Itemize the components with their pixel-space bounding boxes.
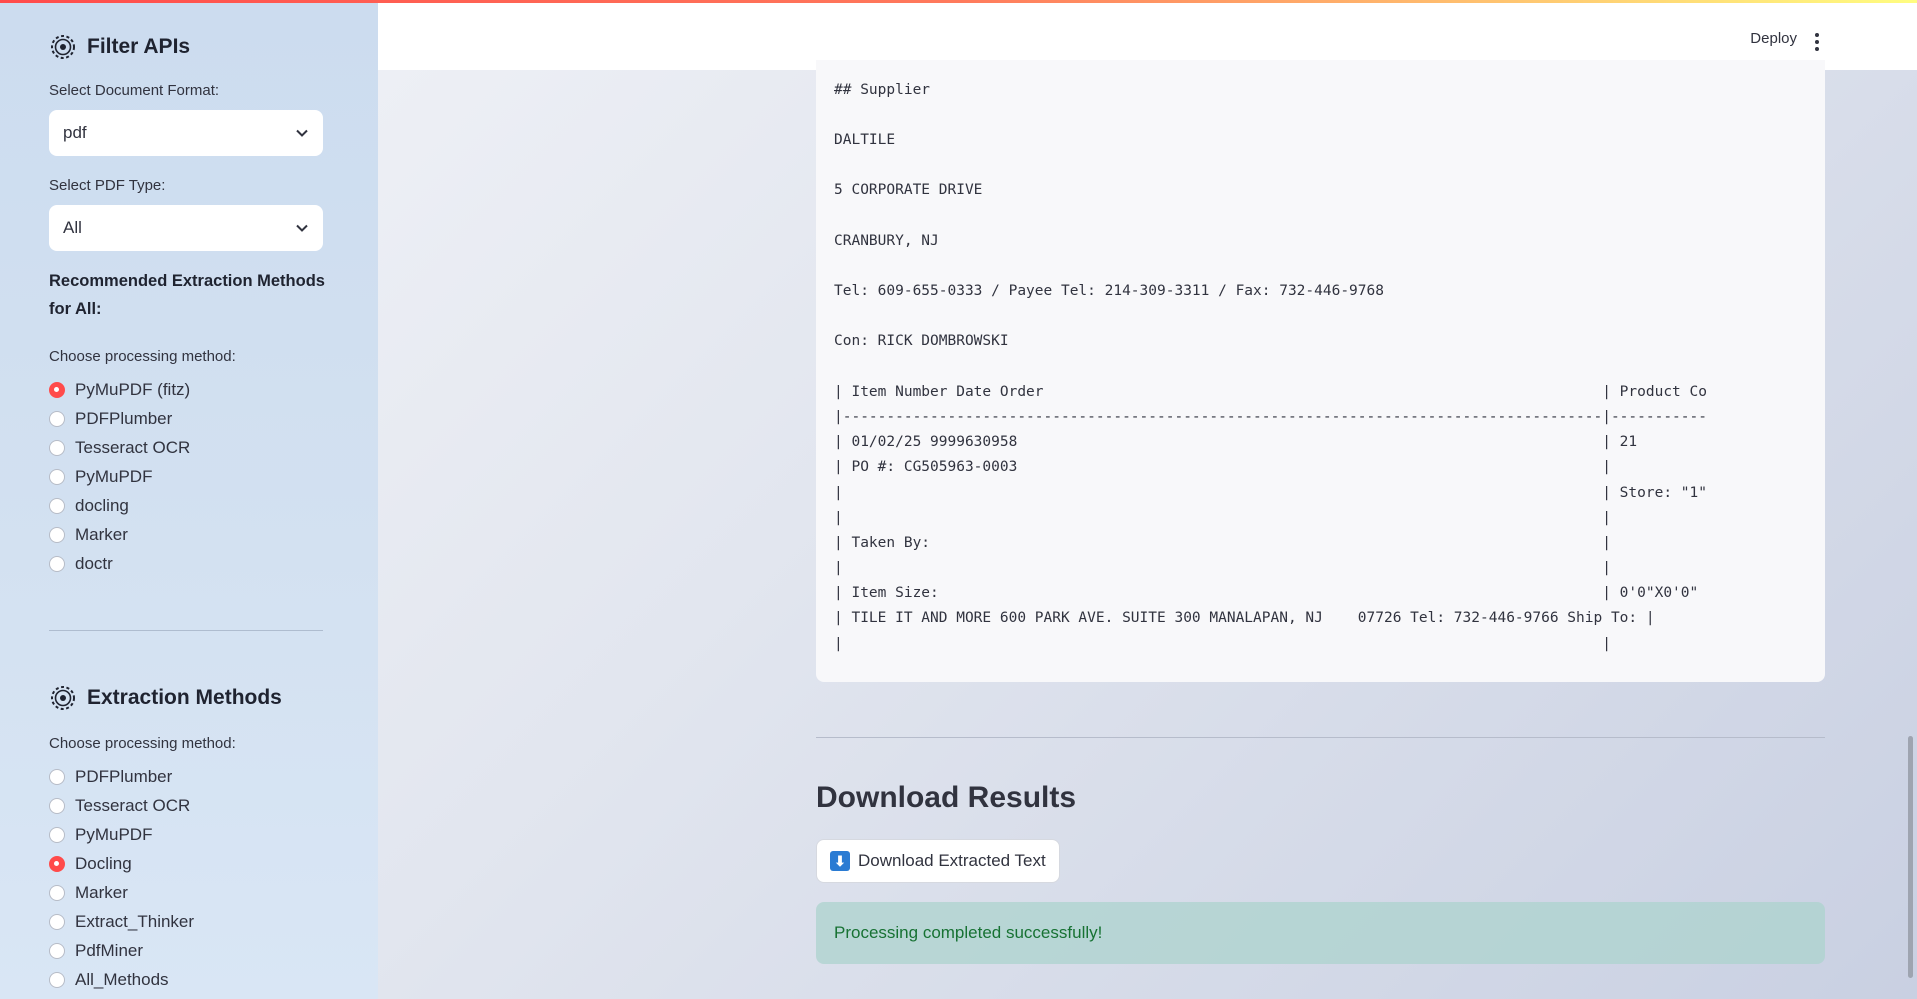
code-line: | PO #: CG505963-0003 | [834,459,1611,475]
document-format-select[interactable]: pdf [49,110,323,156]
code-line: | Item Number Date Order | Product Co [834,384,1707,400]
filter-apis-title: Filter APIs [87,35,191,58]
radio-label: PDFPlumber [75,766,173,786]
radio-label: Tesseract OCR [75,795,191,815]
radio-pymupdf[interactable]: PyMuPDF [49,462,190,491]
radio-tesseract-ocr[interactable]: Tesseract OCR [49,433,190,462]
radio-label: Tesseract OCR [75,437,191,457]
code-line: | Taken By: | [834,535,1611,551]
section-divider [816,737,1825,738]
code-line: Con: RICK DOMBROWSKI [834,333,1009,349]
radio-pdfminer[interactable]: PdfMiner [49,936,194,965]
extraction-methods-radio-group: PDFPlumber Tesseract OCR PyMuPDF Docling… [49,762,194,994]
sidebar-divider [49,630,323,631]
radio-pymupdf-fitz[interactable]: PyMuPDF (fitz) [49,375,190,404]
code-line: ## Supplier [834,82,931,98]
pdf-type-value: All [63,218,82,237]
download-extracted-text-button[interactable]: ⬇ Download Extracted Text [816,839,1060,883]
code-line: | | [834,636,1611,652]
sidebar: Filter APIs Select Document Format: pdf … [0,0,378,999]
pdf-type-label: Select PDF Type: [49,177,166,194]
extracted-text-code-block: ## Supplier DALTILE 5 CORPORATE DRIVE CR… [816,60,1825,682]
top-accent-bar [0,0,1917,3]
radio-indicator [49,439,65,456]
radio-label: PDFPlumber [75,408,173,428]
radio-all-methods[interactable]: All_Methods [49,965,194,994]
code-line: | Item Size: | 0'0"X0'0" [834,585,1699,601]
choose-method-label: Choose processing method: [49,348,236,365]
format-label: Select Document Format: [49,82,220,99]
document-format-value: pdf [63,123,87,142]
radio-indicator [49,884,65,901]
radio-indicator [49,855,65,872]
radio-pdfplumber[interactable]: PDFPlumber [49,404,190,433]
radio-indicator [49,942,65,959]
scrollbar-thumb[interactable] [1908,736,1913,978]
code-line: CRANBURY, NJ [834,233,939,249]
radio-label: Extract_Thinker [75,911,195,931]
radio-indicator [49,410,65,427]
radio-label: doctr [75,553,113,573]
more-options-icon[interactable] [1814,33,1820,51]
code-line: DALTILE [834,132,896,148]
radio-indicator [49,381,65,398]
radio-indicator [49,971,65,988]
radio-label: Marker [75,882,128,902]
filter-apis-heading: Filter APIs [49,33,190,61]
gear-icon [51,35,75,59]
code-line: | | [834,510,1611,526]
radio-indicator [49,797,65,814]
code-line: | | Store: "1" [834,485,1707,501]
radio-indicator [49,913,65,930]
recommended-methods-heading: Recommended Extraction Methods for All: [49,272,325,318]
radio-docling[interactable]: Docling [49,849,194,878]
deploy-button[interactable]: Deploy [1750,30,1797,47]
radio-label: Docling [75,853,132,873]
radio-marker[interactable]: Marker [49,878,194,907]
download-icon: ⬇ [830,851,850,871]
radio-pymupdf[interactable]: PyMuPDF [49,820,194,849]
radio-label: All_Methods [75,969,169,989]
code-line: Tel: 609-655-0333 / Payee Tel: 214-309-3… [834,283,1384,299]
radio-indicator [49,826,65,843]
radio-tesseract-ocr[interactable]: Tesseract OCR [49,791,194,820]
radio-indicator [49,526,65,543]
recommended-methods-radio-group: PyMuPDF (fitz) PDFPlumber Tesseract OCR … [49,375,190,578]
gear-icon [51,686,75,710]
chevron-down-icon [296,224,308,232]
code-line: |---------------------------------------… [834,409,1707,425]
radio-pdfplumber[interactable]: PDFPlumber [49,762,194,791]
success-alert: Processing completed successfully! [816,902,1825,964]
radio-doctr[interactable]: doctr [49,549,190,578]
chevron-down-icon [296,129,308,137]
radio-indicator [49,555,65,572]
radio-label: docling [75,495,129,515]
code-line: | TILE IT AND MORE 600 PARK AVE. SUITE 3… [834,610,1655,626]
choose-method-label: Choose processing method: [49,735,236,752]
code-line: | | [834,560,1611,576]
extraction-methods-title: Extraction Methods [87,686,282,709]
radio-label: Marker [75,524,128,544]
radio-label: PdfMiner [75,940,144,960]
radio-marker[interactable]: Marker [49,520,190,549]
extraction-methods-heading: Extraction Methods [49,684,282,712]
radio-label: PyMuPDF (fitz) [75,379,191,399]
success-message: Processing completed successfully! [834,923,1103,942]
download-results-heading: Download Results [816,781,1077,814]
code-line: | 01/02/25 9999630958 | 21 [834,434,1638,450]
code-line: 5 CORPORATE DRIVE [834,182,983,198]
download-button-label: Download Extracted Text [858,851,1046,870]
radio-label: PyMuPDF [75,466,153,486]
pdf-type-select[interactable]: All [49,205,323,251]
radio-label: PyMuPDF [75,824,153,844]
radio-extract-thinker[interactable]: Extract_Thinker [49,907,194,936]
radio-indicator [49,468,65,485]
radio-docling[interactable]: docling [49,491,190,520]
radio-indicator [49,768,65,785]
radio-indicator [49,497,65,514]
